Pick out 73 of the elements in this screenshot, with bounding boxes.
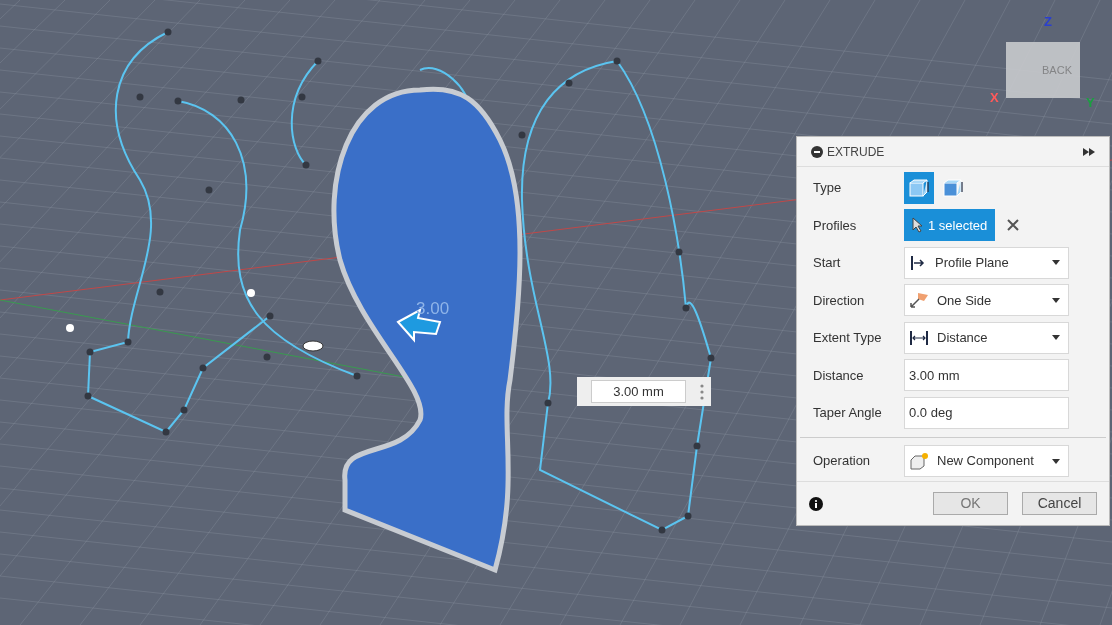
cube-face-label: BACK <box>1042 62 1072 78</box>
field-label: Operation <box>813 452 872 471</box>
input-field[interactable]: 0.0 deg <box>904 396 1069 429</box>
sketch-point <box>66 324 74 332</box>
sketch-point <box>675 248 683 256</box>
sketch-point <box>518 131 526 139</box>
start-plane-icon <box>909 253 927 272</box>
sketch-point <box>174 97 182 105</box>
dimension-label: 3.00 <box>416 298 450 320</box>
solid-extrude-icon <box>908 177 930 198</box>
sketch-point <box>298 93 306 101</box>
collapse-icon[interactable] <box>811 145 823 158</box>
sketch-point <box>684 512 692 520</box>
cursor-icon <box>912 217 924 234</box>
sketch-point <box>565 79 573 87</box>
sketch-point <box>302 161 310 169</box>
input-field[interactable]: 3.00 mm <box>904 359 1069 392</box>
field-label: Direction <box>813 291 866 310</box>
sketch-point <box>156 288 164 296</box>
flag-arrow-icon <box>909 291 929 310</box>
info-icon[interactable] <box>809 496 823 511</box>
sketch-point <box>199 364 207 372</box>
sketch-point <box>180 406 188 414</box>
new-component-icon <box>909 452 929 470</box>
dialog-title: EXTRUDE <box>827 143 886 161</box>
more-options-icon[interactable] <box>700 383 704 400</box>
field-label: Type <box>813 179 843 197</box>
sketch-point <box>247 289 255 297</box>
caret-icon <box>1052 458 1060 464</box>
axis-label: Y <box>1086 94 1095 112</box>
sketch-point <box>314 57 322 65</box>
sketch-point <box>136 93 144 101</box>
manipulator-handle[interactable] <box>302 340 324 352</box>
sketch-point <box>266 312 274 320</box>
dialog-button[interactable]: Cancel <box>1022 492 1097 515</box>
field-label: Extent Type <box>813 329 883 347</box>
extrude-type-button[interactable] <box>904 171 934 204</box>
axis-label: X <box>990 89 999 107</box>
expand-icon[interactable] <box>1083 147 1095 156</box>
axis-label: Z <box>1044 13 1052 31</box>
field-label: Taper Angle <box>813 404 883 422</box>
caret-icon <box>1052 260 1060 266</box>
close-icon[interactable] <box>1007 219 1020 232</box>
profile-selection-button[interactable]: 1 selected <box>904 209 996 242</box>
field-label: Start <box>813 254 842 272</box>
sketch-point <box>613 57 621 65</box>
distance-icon <box>909 328 929 347</box>
sketch-point <box>353 372 361 380</box>
sketch-point <box>658 526 666 534</box>
sketch-point <box>237 96 245 104</box>
dropdown-field[interactable]: Distance <box>904 321 1069 354</box>
extruded-body[interactable] <box>331 86 523 573</box>
field-label: Distance <box>813 366 865 385</box>
sketch-point <box>164 28 172 36</box>
dropdown-field[interactable]: Profile Plane <box>904 246 1069 279</box>
sketch-point <box>707 354 715 362</box>
sketch-point <box>84 392 92 400</box>
sketch-point <box>682 304 690 312</box>
dialog-button[interactable]: OK <box>933 492 1008 515</box>
caret-icon <box>1052 335 1060 341</box>
dropdown-field[interactable]: New Component <box>904 445 1069 477</box>
sketch-point <box>693 442 701 450</box>
dimension-input[interactable]: 3.00 mm <box>591 380 686 403</box>
sketch-point <box>162 428 170 436</box>
thin-extrude-icon <box>942 177 964 198</box>
sketch-point <box>205 186 213 194</box>
sketch-point <box>263 353 271 361</box>
sketch-point <box>544 399 552 407</box>
field-label: Profiles <box>813 216 858 235</box>
dropdown-field[interactable]: One Side <box>904 284 1069 317</box>
caret-icon <box>1052 297 1060 303</box>
sketch-point <box>86 348 94 356</box>
sketch-point <box>124 338 132 346</box>
